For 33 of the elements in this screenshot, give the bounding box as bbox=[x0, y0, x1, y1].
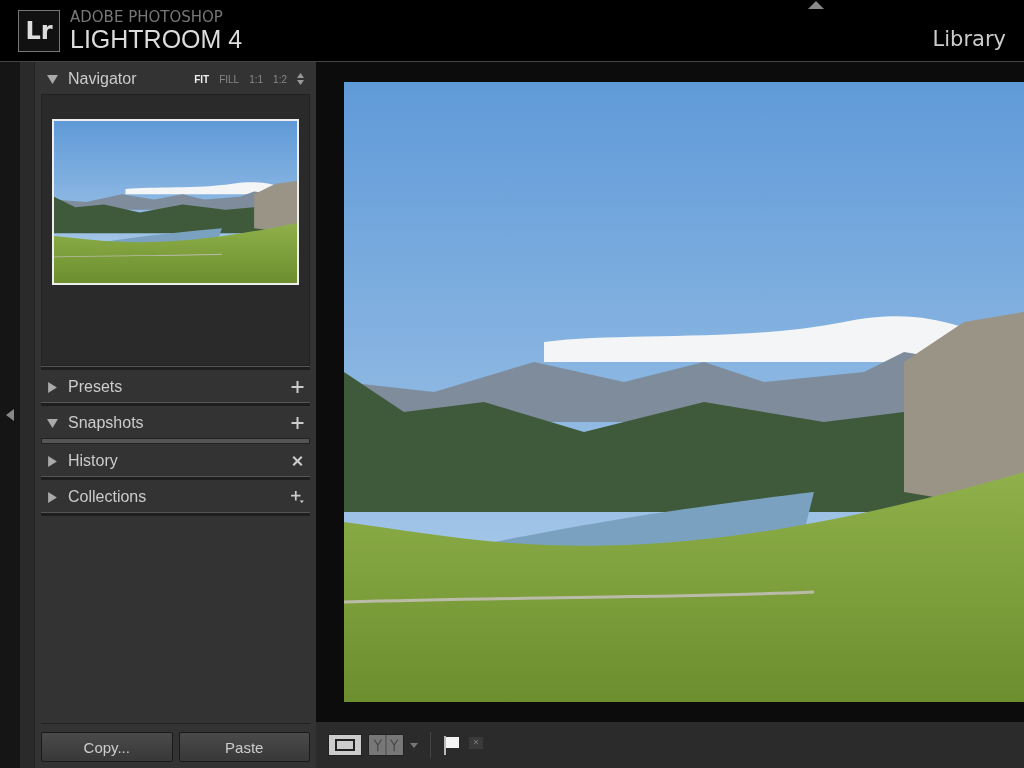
expand-triangle-icon[interactable] bbox=[47, 455, 58, 467]
module-name[interactable]: Library bbox=[932, 26, 1006, 51]
dropdown-caret-icon[interactable] bbox=[410, 742, 418, 748]
panel-title[interactable]: Snapshots bbox=[68, 414, 144, 432]
add-menu-icon[interactable] bbox=[291, 491, 304, 503]
collapse-triangle-icon[interactable] bbox=[47, 73, 58, 85]
collapse-top-panel-icon[interactable] bbox=[808, 1, 824, 9]
panel-title[interactable]: Navigator bbox=[68, 70, 137, 88]
collapse-left-panel-icon[interactable] bbox=[6, 409, 14, 421]
panel-grip[interactable] bbox=[20, 62, 35, 768]
add-icon[interactable] bbox=[291, 381, 304, 393]
panel-title[interactable]: Collections bbox=[68, 488, 147, 506]
brand-name: LIGHTROOM 4 bbox=[70, 24, 243, 53]
app-logo: Lr bbox=[18, 9, 60, 52]
collapse-triangle-icon[interactable] bbox=[47, 417, 58, 429]
expand-triangle-icon[interactable] bbox=[47, 381, 58, 393]
zoom-option[interactable]: 1:2 bbox=[273, 73, 287, 85]
rectangle-icon bbox=[335, 739, 355, 751]
zoom-option[interactable]: FILL bbox=[219, 73, 240, 85]
add-icon[interactable] bbox=[291, 417, 304, 429]
brand-subtitle: ADOBE PHOTOSHOP bbox=[70, 8, 224, 25]
zoom-option[interactable]: 1:1 bbox=[249, 73, 264, 85]
flag-icon[interactable] bbox=[443, 735, 461, 755]
paste-button[interactable]: Paste bbox=[178, 732, 310, 762]
expand-triangle-icon[interactable] bbox=[47, 491, 58, 503]
zoom-option[interactable]: FIT bbox=[194, 73, 210, 85]
panel-title[interactable]: History bbox=[68, 452, 118, 470]
loupe-view-button[interactable] bbox=[328, 734, 362, 756]
compare-view-button[interactable] bbox=[368, 734, 404, 756]
close-icon[interactable] bbox=[291, 455, 304, 467]
panel-title[interactable]: Presets bbox=[68, 378, 123, 396]
copy-button[interactable]: Copy... bbox=[41, 732, 173, 762]
up-down-arrows-icon[interactable] bbox=[297, 73, 304, 85]
